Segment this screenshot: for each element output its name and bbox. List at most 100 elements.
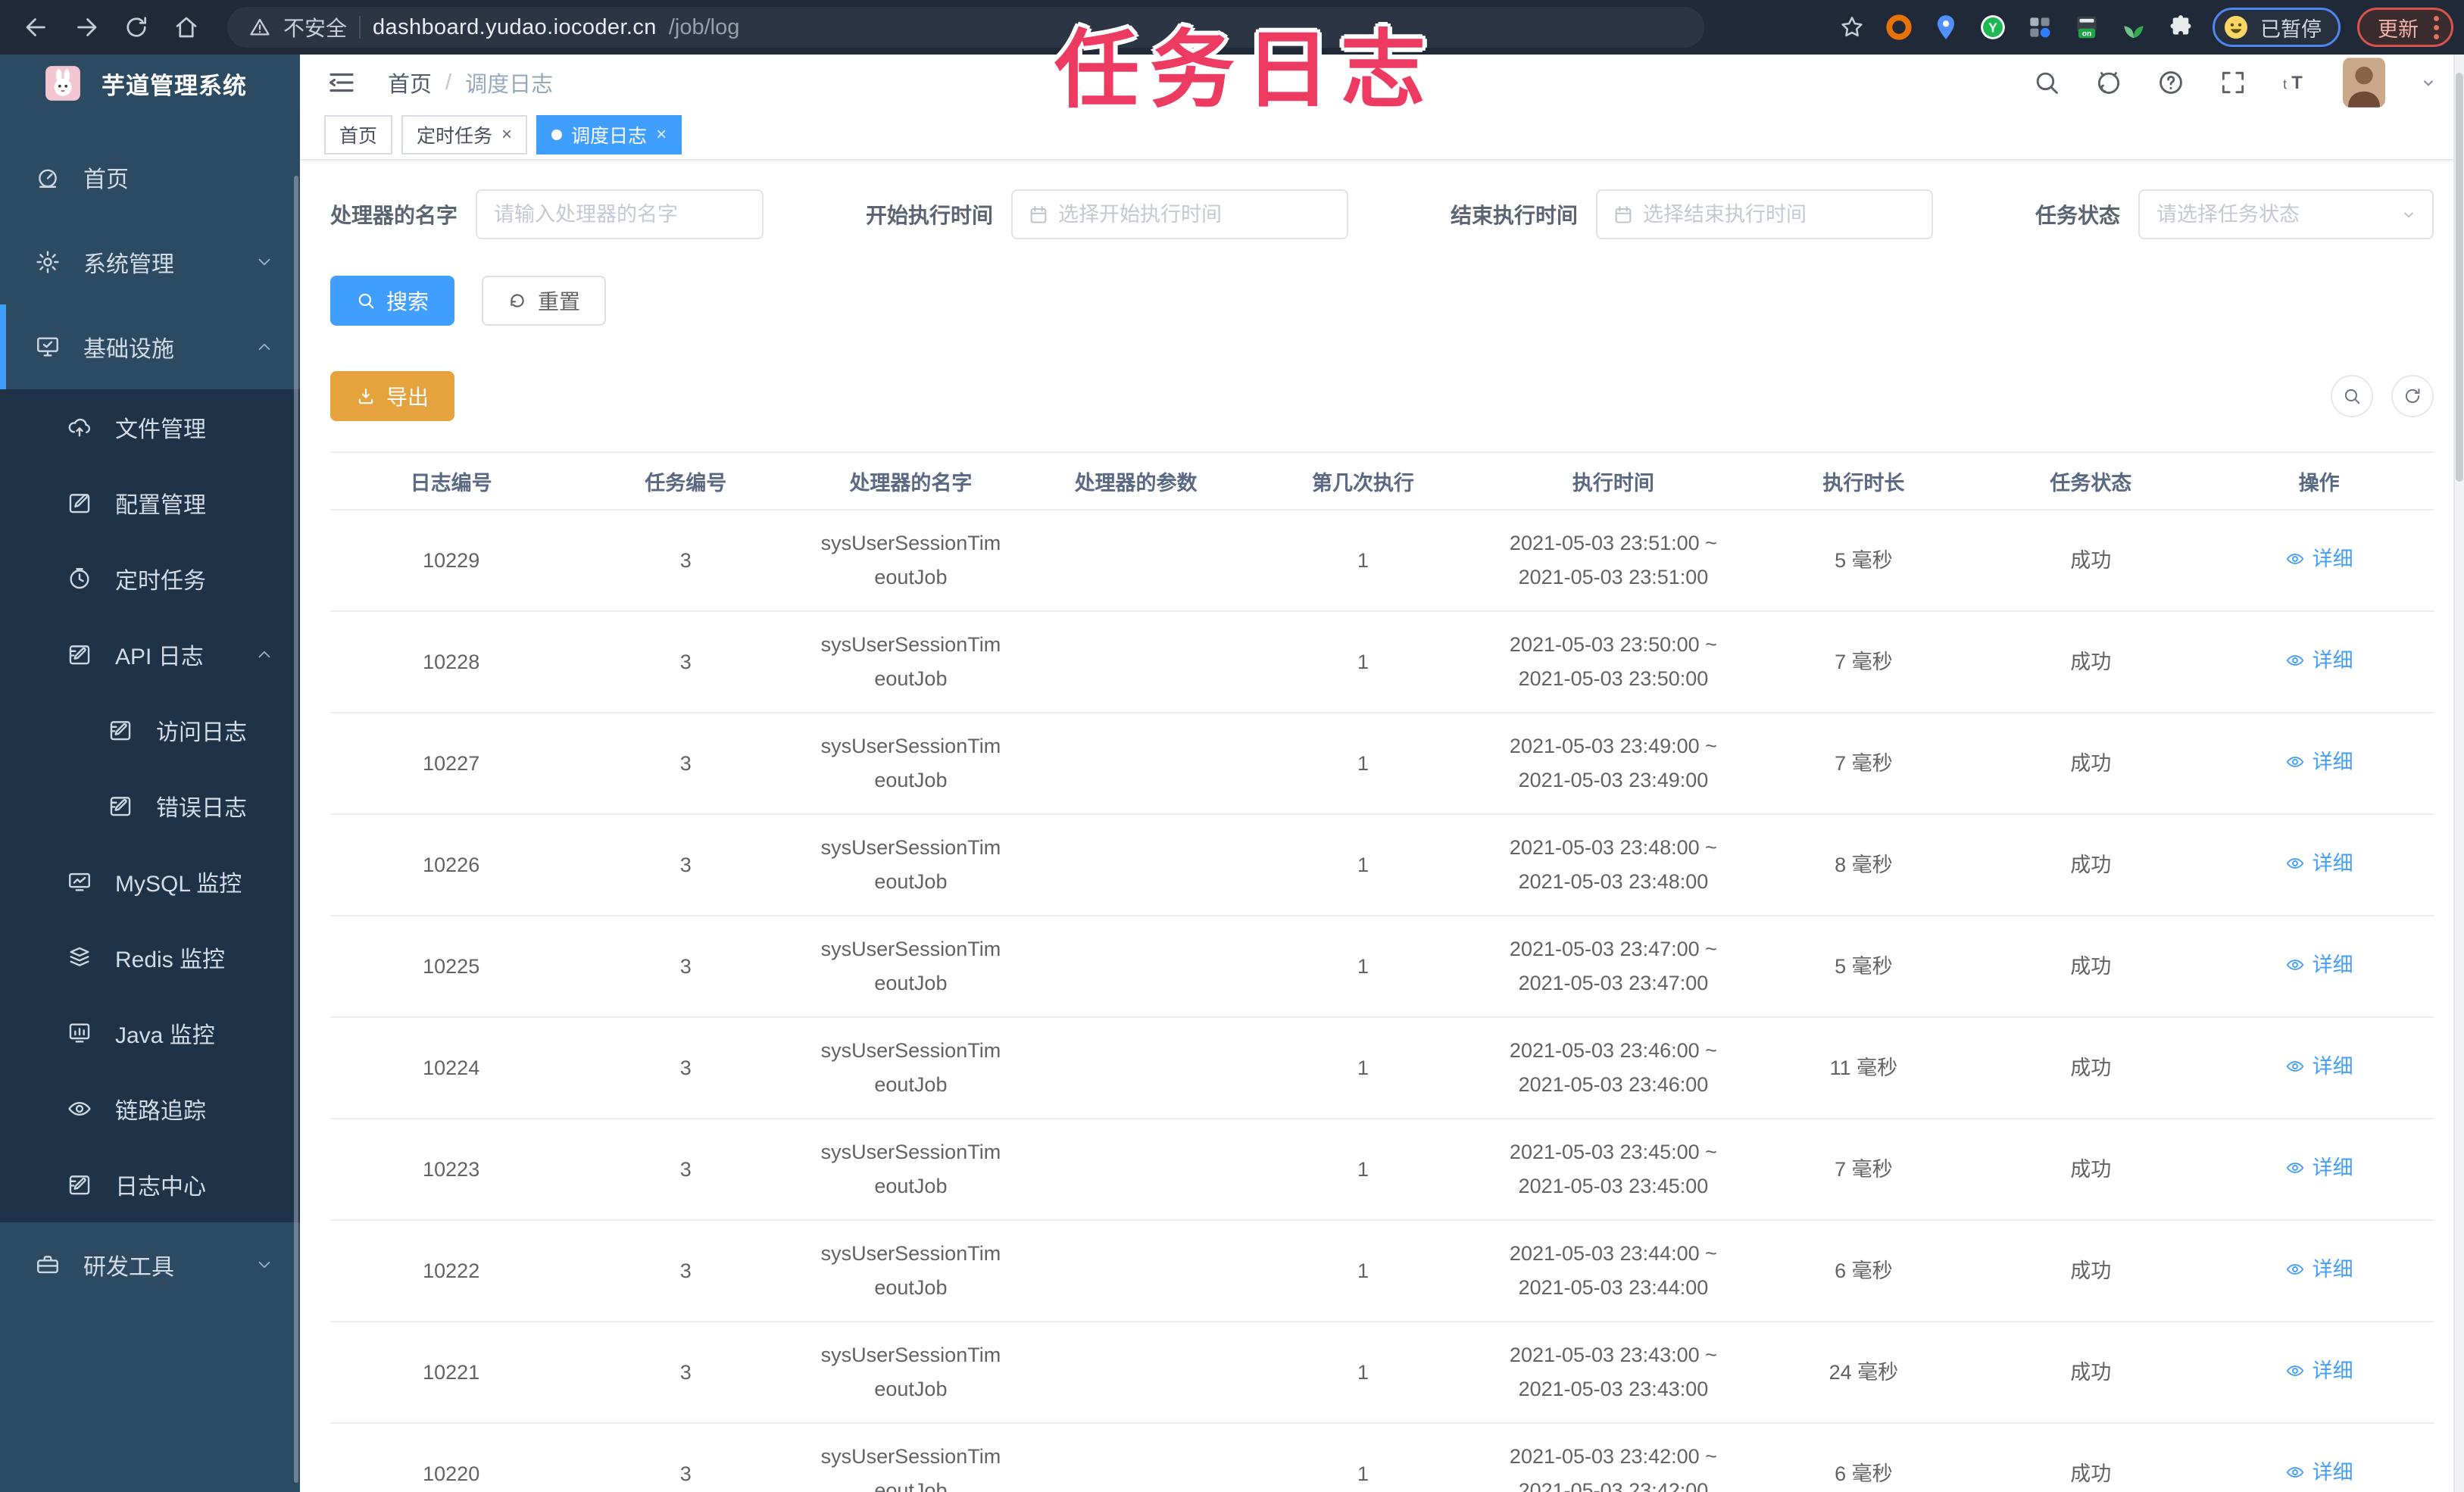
eye-icon bbox=[2285, 1462, 2305, 1482]
sidebar-item-error-log[interactable]: 错误日志 bbox=[0, 768, 300, 844]
fullscreen-icon[interactable] bbox=[2219, 68, 2247, 97]
cell-duration: 24 毫秒 bbox=[1750, 1322, 1978, 1424]
search-icon[interactable] bbox=[2032, 68, 2061, 97]
home-icon[interactable] bbox=[167, 8, 206, 47]
table-tools bbox=[2331, 375, 2434, 417]
cell-status: 成功 bbox=[1977, 814, 2205, 916]
detail-link[interactable]: 详细 bbox=[2285, 847, 2353, 881]
extension-green-y-icon[interactable]: Y bbox=[1978, 12, 2008, 42]
window-scrollbar-thumb[interactable] bbox=[2456, 73, 2463, 482]
header-tools: tT bbox=[2032, 58, 2438, 108]
detail-link[interactable]: 详细 bbox=[2285, 745, 2353, 779]
handler-name-input[interactable] bbox=[477, 202, 763, 226]
cell-handler-name: sysUserSessionTim eoutJob bbox=[799, 814, 1023, 916]
sidebar-scrollbar[interactable] bbox=[294, 176, 298, 1483]
detail-link[interactable]: 详细 bbox=[2285, 1456, 2353, 1490]
sidebar-item-log-center[interactable]: 日志中心 bbox=[0, 1147, 300, 1222]
help-icon[interactable] bbox=[2156, 68, 2185, 97]
close-icon[interactable]: × bbox=[501, 126, 512, 144]
user-menu-caret-icon[interactable] bbox=[2419, 73, 2438, 92]
detail-link[interactable]: 详细 bbox=[2285, 542, 2353, 576]
tab-home[interactable]: 首页 bbox=[324, 115, 393, 155]
browser-menu-icon[interactable] bbox=[2434, 15, 2439, 39]
extensions-puzzle-icon[interactable] bbox=[2166, 12, 2196, 42]
tab-scheduled-tasks[interactable]: 定时任务 × bbox=[401, 115, 528, 155]
tab-label: 调度日志 bbox=[571, 126, 648, 147]
detail-link-label: 详细 bbox=[2312, 547, 2353, 570]
cell-execute-time: 2021-05-03 23:46:00 ~2021-05-03 23:46:00 bbox=[1476, 1017, 1750, 1119]
detail-link[interactable]: 详细 bbox=[2285, 1151, 2353, 1185]
column-header: 日志编号 bbox=[330, 451, 573, 510]
breadcrumb: 首页 / 调度日志 bbox=[388, 67, 553, 98]
forward-icon[interactable] bbox=[67, 8, 106, 47]
detail-link[interactable]: 详细 bbox=[2285, 644, 2353, 678]
profile-paused-badge[interactable]: 已暂停 bbox=[2213, 8, 2341, 47]
extension-on-badge-icon[interactable]: on bbox=[2072, 12, 2102, 42]
cell-handler-param bbox=[1022, 510, 1250, 612]
sidebar: 芋道管理系统 首页 系统管理基础设施文件管理 配置管理定时任务 API 日志 访问日志错… bbox=[0, 55, 300, 1492]
bookmark-star-icon[interactable] bbox=[1837, 12, 1867, 42]
sidebar-item-access-log[interactable]: 访问日志 bbox=[0, 692, 300, 768]
back-icon[interactable] bbox=[17, 8, 56, 47]
extension-orange-ring-icon[interactable] bbox=[1884, 12, 1914, 42]
sidebar-item-java-monitor[interactable]: Java 监控 bbox=[0, 995, 300, 1071]
toggle-search-button[interactable] bbox=[2331, 375, 2373, 417]
sidebar-item-label: 基础设施 bbox=[83, 337, 174, 362]
cell-actions: 详细 bbox=[2204, 1119, 2434, 1221]
sidebar-item-scheduled-tasks[interactable]: 定时任务 bbox=[0, 541, 300, 616]
tab-job-log[interactable]: 调度日志 × bbox=[536, 115, 682, 155]
sidebar-item-dev-tools[interactable]: 研发工具 bbox=[0, 1222, 300, 1307]
sidebar-item-redis-monitor[interactable]: Redis 监控 bbox=[0, 919, 300, 995]
browser-update-button[interactable]: 更新 bbox=[2357, 8, 2453, 47]
address-bar[interactable]: 不安全 dashboard.yudao.iocoder.cn/job/log bbox=[227, 7, 1704, 48]
sidebar-item-system-management[interactable]: 系统管理 bbox=[0, 220, 300, 304]
reload-icon[interactable] bbox=[117, 8, 156, 47]
export-button[interactable]: 导出 bbox=[330, 371, 455, 421]
extension-pin-icon[interactable] bbox=[1931, 12, 1961, 42]
cell-actions: 详细 bbox=[2204, 916, 2434, 1018]
detail-link[interactable]: 详细 bbox=[2285, 1253, 2353, 1287]
cell-handler-name: sysUserSessionTim eoutJob bbox=[799, 611, 1023, 713]
extension-sprout-icon[interactable] bbox=[2119, 12, 2149, 42]
sidebar-item-trace[interactable]: 链路追踪 bbox=[0, 1071, 300, 1147]
cell-actions: 详细 bbox=[2204, 1322, 2434, 1424]
sidebar-item-label: 定时任务 bbox=[115, 569, 206, 594]
omnibox-divider bbox=[359, 16, 361, 39]
cloud-upload-icon bbox=[67, 414, 92, 440]
eye-icon bbox=[2285, 1259, 2305, 1279]
extension-grid-icon[interactable] bbox=[2025, 12, 2055, 42]
logo-row[interactable]: 芋道管理系统 bbox=[0, 55, 300, 112]
detail-link[interactable]: 详细 bbox=[2285, 948, 2353, 982]
cell-duration: 11 毫秒 bbox=[1750, 1017, 1978, 1119]
timer-icon bbox=[67, 566, 92, 591]
begin-time-input[interactable] bbox=[1049, 202, 1347, 226]
sidebar-item-home[interactable]: 首页 bbox=[0, 135, 300, 220]
update-button-label: 更新 bbox=[2378, 17, 2419, 41]
detail-link[interactable]: 详细 bbox=[2285, 1050, 2353, 1084]
refresh-table-button[interactable] bbox=[2391, 375, 2434, 417]
font-size-icon[interactable]: tT bbox=[2281, 68, 2309, 97]
sidebar-item-mysql-monitor[interactable]: MySQL 监控 bbox=[0, 844, 300, 919]
detail-link[interactable]: 详细 bbox=[2285, 1354, 2353, 1388]
table-row: 10222 3 sysUserSessionTim eoutJob 1 2021-05-0… bbox=[330, 1220, 2434, 1322]
close-icon[interactable]: × bbox=[656, 126, 667, 144]
sidebar-item-file-management[interactable]: 文件管理 bbox=[0, 389, 300, 465]
cell-execute-time: 2021-05-03 23:49:00 ~2021-05-03 23:49:00 bbox=[1476, 713, 1750, 815]
cell-status: 成功 bbox=[1977, 713, 2205, 815]
cell-duration: 6 毫秒 bbox=[1750, 1220, 1978, 1322]
user-avatar[interactable] bbox=[2343, 58, 2385, 108]
sidebar-item-api-log[interactable]: API 日志 bbox=[0, 616, 300, 692]
sidebar-item-infrastructure[interactable]: 基础设施 bbox=[0, 304, 300, 389]
github-icon[interactable] bbox=[2094, 68, 2123, 97]
collapse-menu-icon[interactable] bbox=[326, 67, 358, 98]
detail-link-label: 详细 bbox=[2312, 1257, 2353, 1281]
status-select[interactable] bbox=[2139, 202, 2432, 226]
sidebar-item-config-management[interactable]: 配置管理 bbox=[0, 465, 300, 541]
cell-status: 成功 bbox=[1977, 1017, 2205, 1119]
reset-button[interactable]: 重置 bbox=[482, 276, 607, 326]
table-row: 10224 3 sysUserSessionTim eoutJob 1 2021-05-0… bbox=[330, 1017, 2434, 1119]
breadcrumb-home[interactable]: 首页 bbox=[388, 67, 432, 98]
cell-job-id: 3 bbox=[572, 1017, 800, 1119]
end-time-input[interactable] bbox=[1633, 202, 1932, 226]
search-button[interactable]: 搜索 bbox=[330, 276, 455, 326]
